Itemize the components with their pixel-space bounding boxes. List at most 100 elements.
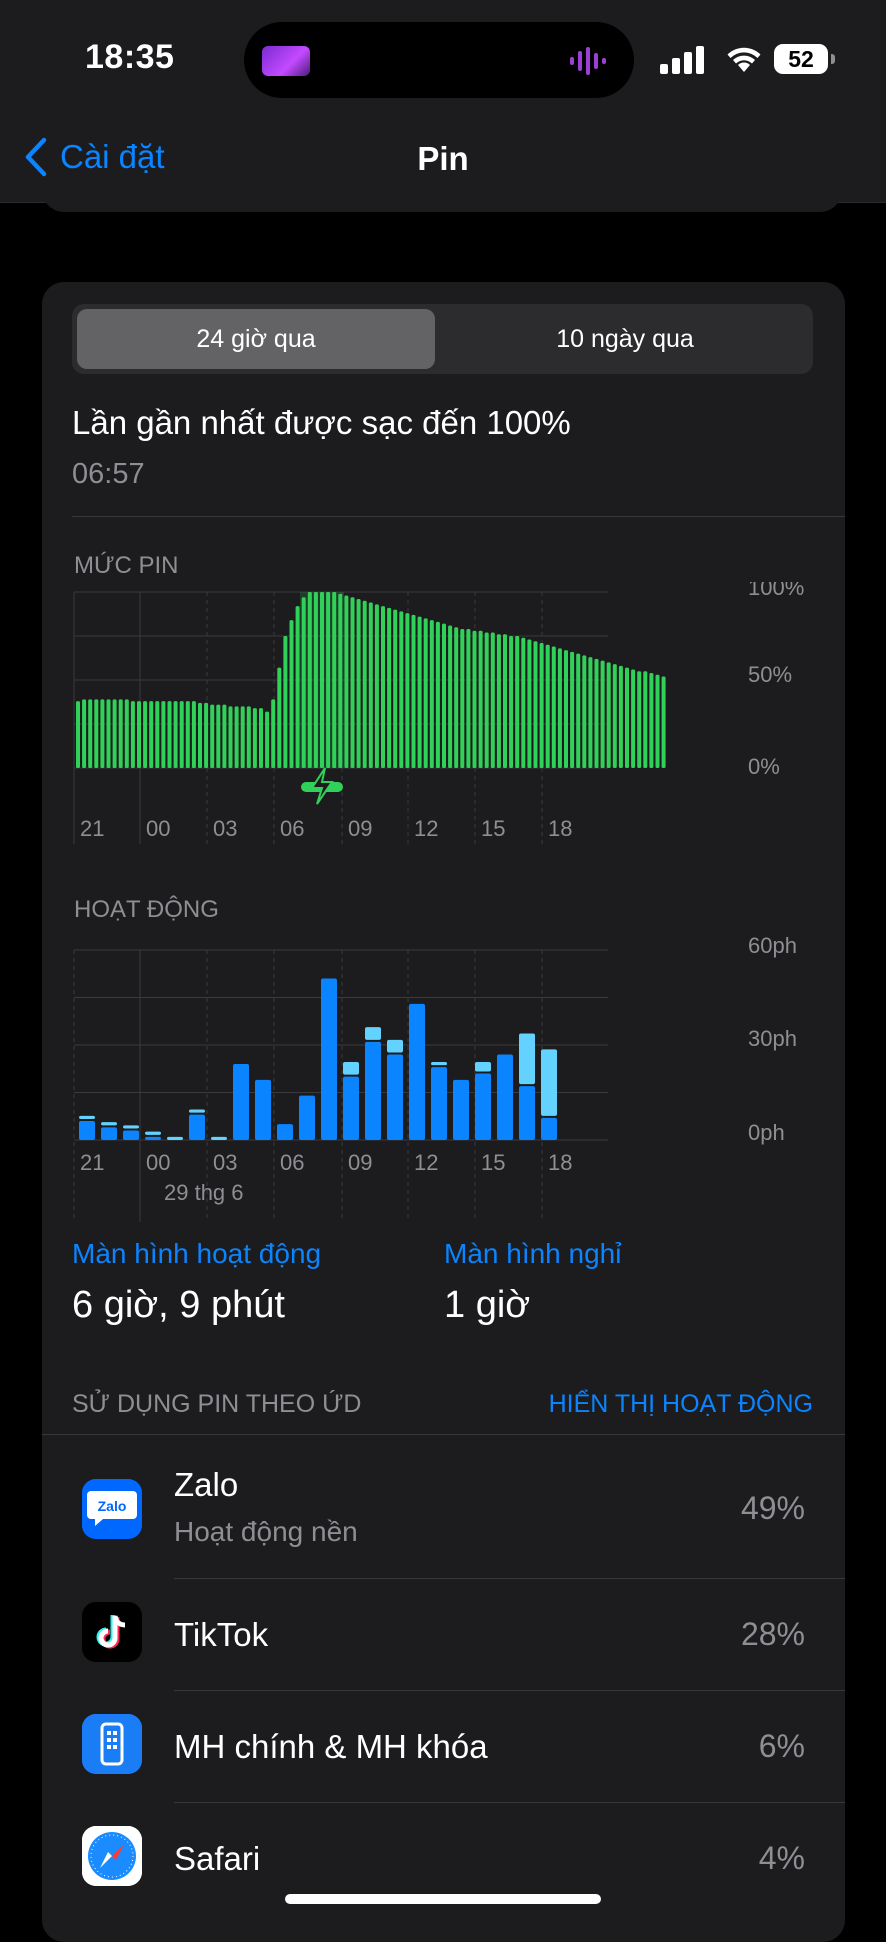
- battery-bar: [582, 655, 587, 768]
- activity-bar-idle: [79, 1115, 95, 1119]
- activity-bar-active: [233, 1064, 249, 1140]
- now-playing-thumbnail[interactable]: [262, 46, 310, 76]
- battery-bar: [655, 674, 660, 768]
- battery-bar: [149, 701, 154, 768]
- lightning-icon: [310, 767, 334, 805]
- battery-bar: [76, 701, 80, 768]
- x-tick-label: 09: [348, 816, 372, 841]
- app-percent: 4%: [758, 1840, 805, 1876]
- battery-bar: [112, 699, 117, 768]
- battery-bar: [289, 620, 294, 768]
- x-tick-label: 21: [80, 816, 104, 841]
- app-row-tiktok[interactable]: TikTok 28%: [42, 1580, 845, 1690]
- battery-bar: [246, 706, 251, 768]
- app-row-home-lock-screen[interactable]: MH chính & MH khóa 6%: [42, 1692, 845, 1802]
- time-range-selector[interactable]: 24 giờ qua 10 ngày qua: [72, 304, 813, 374]
- svg-text:Zalo: Zalo: [98, 1498, 127, 1514]
- battery-bar: [259, 708, 263, 768]
- page-title: Pin: [417, 140, 469, 177]
- battery-bar: [143, 701, 148, 768]
- home-indicator[interactable]: [285, 1894, 601, 1904]
- divider: [174, 1802, 845, 1803]
- battery-bar: [594, 658, 599, 768]
- zalo-icon: Zalo: [82, 1479, 142, 1539]
- activity-bar-active: [519, 1086, 535, 1140]
- last-charge-label: Lần gần nhất được sạc đến 100%: [72, 404, 571, 441]
- app-percent: 49%: [740, 1490, 805, 1526]
- battery-bar: [643, 671, 648, 768]
- battery-bar: [527, 639, 532, 768]
- battery-bar: [313, 592, 318, 768]
- battery-bar: [484, 632, 489, 768]
- battery-bar: [198, 702, 202, 768]
- battery-bar: [637, 671, 642, 768]
- battery-bar: [393, 609, 398, 768]
- activity-title: HOẠT ĐỘNG: [74, 896, 219, 923]
- x-tick-label: 09: [348, 1150, 372, 1175]
- activity-bar-active: [321, 978, 337, 1140]
- app-name: Zalo: [174, 1466, 239, 1503]
- battery-bar: [173, 701, 178, 768]
- activity-bar-active: [365, 1041, 381, 1140]
- activity-chart[interactable]: 60ph 30ph 0ph 21 00 03 06 09 12 15 18 29 thg 6: [42, 922, 845, 1222]
- activity-bar-idle: [167, 1136, 183, 1140]
- battery-bar: [454, 627, 459, 768]
- battery-bar: [448, 625, 453, 768]
- activity-bar-active: [255, 1079, 271, 1140]
- app-percent: 28%: [740, 1616, 805, 1652]
- battery-bar: [332, 592, 337, 768]
- home-lock-screen-icon: [82, 1714, 142, 1774]
- show-activity-button[interactable]: HIỂN THỊ HOẠT ĐỘNG: [549, 1390, 813, 1419]
- battery-bar: [338, 593, 343, 768]
- battery-bar: [88, 699, 93, 768]
- battery-bar: [344, 595, 349, 768]
- battery-bar: [204, 702, 209, 768]
- battery-bar: [228, 706, 233, 768]
- signal-icon: [660, 46, 704, 74]
- battery-bar: [442, 623, 446, 768]
- battery-bar: [618, 665, 623, 768]
- divider: [72, 516, 845, 517]
- y-tick-label: 100%: [748, 582, 804, 600]
- battery-icon: 52: [774, 44, 836, 74]
- battery-bar: [576, 653, 581, 768]
- audio-waveform-icon: [570, 47, 606, 75]
- battery-bar: [545, 644, 550, 768]
- battery-bar: [649, 672, 654, 768]
- battery-bar: [320, 592, 324, 768]
- battery-bar: [564, 650, 568, 768]
- dynamic-island[interactable]: [244, 22, 634, 98]
- battery-usage-card: 24 giờ qua 10 ngày qua Lần gần nhất được…: [42, 282, 845, 1942]
- battery-bar: [612, 664, 617, 768]
- battery-bar: [557, 648, 562, 768]
- y-tick-label: 0%: [748, 754, 780, 779]
- app-row-zalo[interactable]: Zalo Zalo Hoạt động nền 49%: [42, 1436, 845, 1588]
- activity-bar-idle: [541, 1049, 557, 1116]
- activity-bar-active: [189, 1114, 205, 1140]
- x-tick-label: 06: [280, 816, 304, 841]
- tab-10-days[interactable]: 10 ngày qua: [442, 309, 808, 369]
- divider: [174, 1578, 845, 1579]
- activity-bar-idle: [211, 1136, 227, 1140]
- safari-icon: [82, 1826, 142, 1886]
- battery-bar: [277, 667, 282, 768]
- battery-bar: [533, 641, 538, 768]
- battery-bar: [600, 660, 605, 768]
- activity-bar-idle: [519, 1033, 535, 1085]
- battery-bar: [411, 614, 416, 768]
- x-tick-label: 12: [414, 1150, 438, 1175]
- activity-bar-active: [79, 1121, 95, 1140]
- battery-level-chart[interactable]: 100% 50% 0% 21 00 03 06 09 12 15 18: [42, 582, 845, 852]
- battery-bar: [295, 606, 300, 768]
- x-tick-label: 00: [146, 1150, 170, 1175]
- battery-bar: [496, 634, 501, 768]
- battery-bar: [478, 630, 483, 768]
- battery-bar: [350, 597, 355, 768]
- battery-bar: [503, 634, 507, 768]
- battery-bar: [625, 667, 629, 768]
- battery-level: 52: [774, 44, 828, 74]
- activity-bar-active: [431, 1067, 447, 1140]
- tab-24-hours[interactable]: 24 giờ qua: [77, 309, 435, 369]
- battery-bar: [301, 597, 306, 768]
- activity-bar-idle: [145, 1131, 161, 1135]
